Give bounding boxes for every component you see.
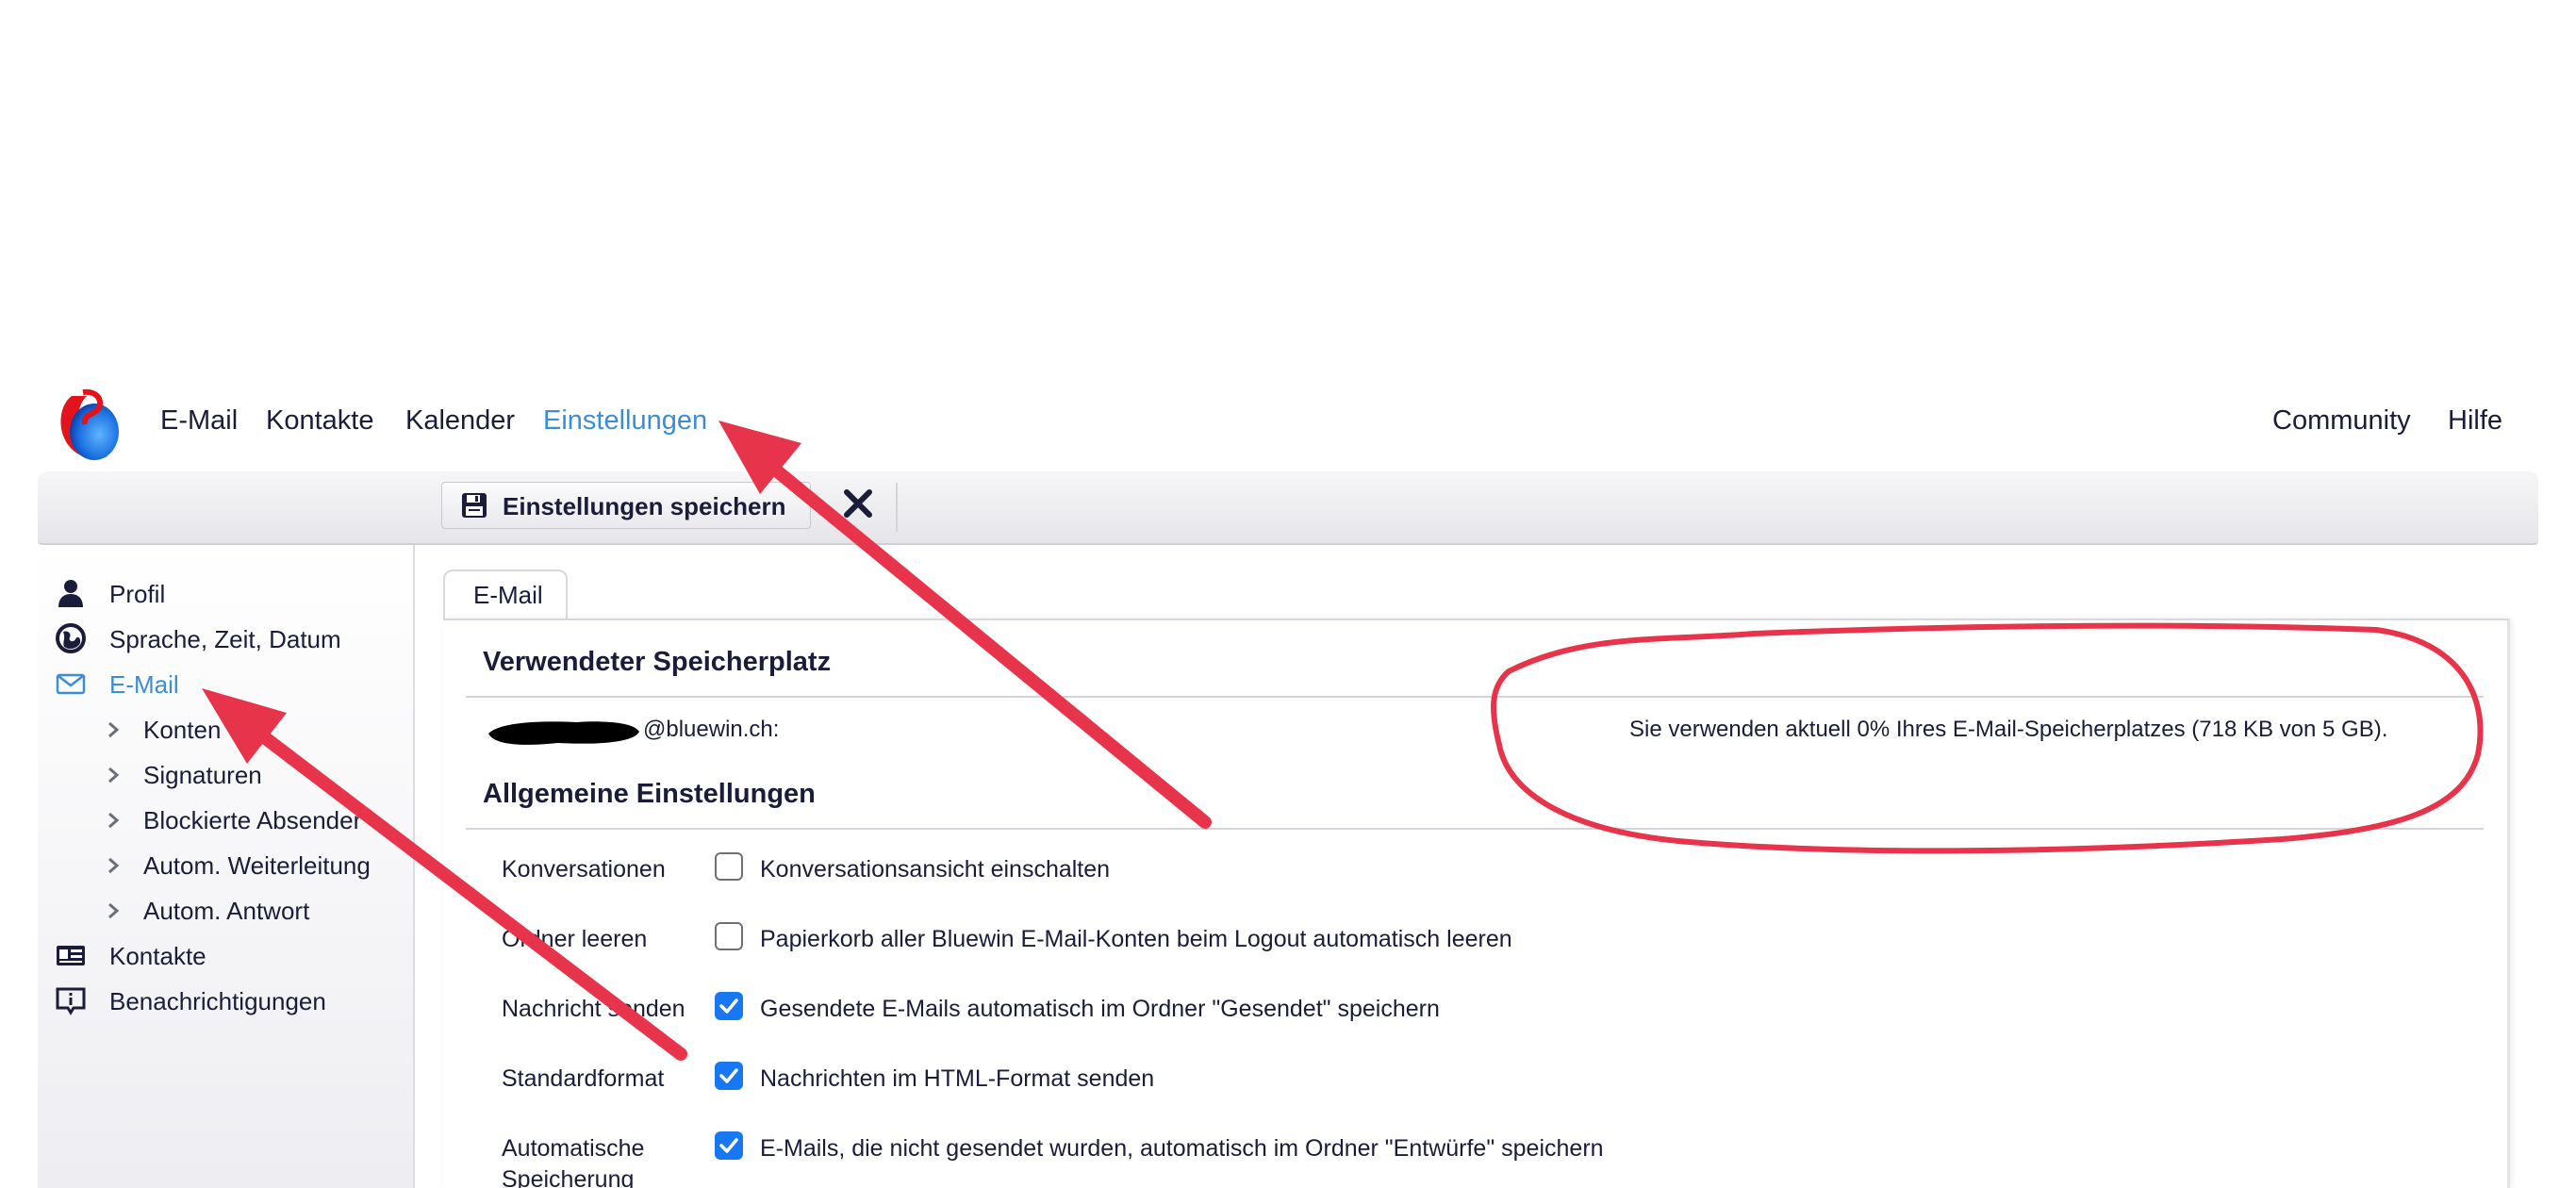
sidebar-item-label: Kontakte — [109, 942, 206, 970]
globe-icon — [56, 623, 86, 653]
notification-icon — [56, 987, 86, 1015]
sidebar-subitem-label: Autom. Weiterleitung — [143, 851, 371, 880]
toolbar: Einstellungen speichern — [38, 471, 2538, 545]
setting-text-standardformat: Nachrichten im HTML-Format senden — [760, 1065, 1155, 1092]
sidebar-item-email[interactable]: E-Mail — [38, 666, 415, 703]
checkbox-nachricht-senden[interactable] — [715, 992, 743, 1020]
checkmark-icon — [719, 998, 738, 1014]
tab-email[interactable]: E-Mail — [443, 569, 568, 620]
settings-sidebar: Profil Sprache, Zeit, Datum E-Mail Konte… — [38, 545, 415, 1188]
nav-einstellungen[interactable]: Einstellungen — [543, 405, 707, 437]
checkmark-icon — [719, 1138, 738, 1153]
person-icon — [58, 580, 83, 607]
nav-email[interactable]: E-Mail — [160, 405, 238, 437]
sidebar-item-label: Benachrichtigungen — [109, 987, 326, 1015]
nav-kalender[interactable]: Kalender — [405, 405, 515, 437]
sidebar-subitem-blockierte-absender[interactable]: Blockierte Absender — [38, 801, 415, 839]
sidebar-subitem-antwort[interactable]: Autom. Antwort — [38, 892, 415, 930]
sidebar-item-label: Profil — [109, 580, 166, 608]
chevron-right-icon — [108, 721, 120, 738]
save-settings-label: Einstellungen speichern — [503, 492, 786, 520]
checkbox-automatische-speicherung[interactable] — [715, 1131, 743, 1160]
sidebar-subitem-label: Signaturen — [143, 761, 262, 789]
redacted-account-name — [488, 721, 639, 745]
section-divider — [466, 696, 2484, 698]
storage-section-title: Verwendeter Speicherplatz — [483, 647, 832, 677]
nav-kontakte[interactable]: Kontakte — [266, 405, 373, 437]
setting-text-konversationen: Konversationsansicht einschalten — [760, 856, 1111, 883]
toolbar-separator — [896, 483, 898, 532]
contact-card-icon — [57, 946, 85, 965]
sidebar-item-kontakte[interactable]: Kontakte — [38, 937, 415, 975]
sidebar-item-label: Sprache, Zeit, Datum — [109, 625, 341, 653]
checkbox-konversationen[interactable] — [715, 852, 743, 881]
tab-email-label: E-Mail — [473, 581, 543, 609]
setting-text-automatische-speicherung: E-Mails, die nicht gesendet wurden, auto… — [760, 1135, 1604, 1162]
setting-text-nachricht-senden: Gesendete E-Mails automatisch im Ordner … — [760, 996, 1440, 1022]
sidebar-subitem-konten[interactable]: Konten — [38, 711, 415, 749]
setting-label-nachricht-senden: Nachricht senden — [502, 996, 685, 1022]
setting-label-standardformat: Standardformat — [502, 1065, 665, 1092]
chevron-right-icon — [108, 857, 120, 874]
sidebar-item-label: E-Mail — [109, 670, 179, 699]
chevron-right-icon — [108, 812, 120, 829]
storage-usage-text: Sie verwenden aktuell 0% Ihres E-Mail-Sp… — [1629, 717, 2388, 742]
close-icon[interactable] — [841, 485, 875, 522]
setting-text-ordner-leeren: Papierkorb aller Bluewin E-Mail-Konten b… — [760, 926, 1512, 952]
sidebar-item-sprache[interactable]: Sprache, Zeit, Datum — [38, 620, 415, 658]
sidebar-subitem-weiterleitung[interactable]: Autom. Weiterleitung — [38, 847, 415, 884]
sidebar-subitem-label: Autom. Antwort — [143, 897, 310, 925]
email-settings-panel: Verwendeter Speicherplatz @bluewin.ch: S… — [443, 619, 2510, 1188]
checkmark-icon — [719, 1068, 738, 1083]
top-navigation: E-Mail Kontakte Kalender Einstellungen C… — [0, 377, 2576, 471]
checkbox-ordner-leeren[interactable] — [715, 922, 743, 950]
sidebar-subitem-signaturen[interactable]: Signaturen — [38, 756, 415, 794]
setting-label-automatische-speicherung: Automatische Speicherung — [502, 1135, 645, 1188]
setting-label-konversationen: Konversationen — [502, 856, 666, 883]
sidebar-subitem-label: Konten — [143, 716, 222, 744]
floppy-disk-icon — [462, 493, 487, 518]
chevron-right-icon — [108, 767, 120, 784]
general-section-title: Allgemeine Einstellungen — [483, 779, 816, 809]
sidebar-subitem-label: Blockierte Absender — [143, 806, 362, 834]
save-settings-button[interactable]: Einstellungen speichern — [441, 482, 811, 529]
checkbox-standardformat[interactable] — [715, 1062, 743, 1090]
chevron-right-icon — [108, 902, 120, 919]
account-address: @bluewin.ch: — [643, 717, 780, 742]
sidebar-item-benachrichtigungen[interactable]: Benachrichtigungen — [38, 982, 415, 1020]
sidebar-item-profil[interactable]: Profil — [38, 575, 415, 613]
nav-community[interactable]: Community — [2272, 405, 2411, 437]
setting-label-ordner-leeren: Ordner leeren — [502, 926, 648, 952]
nav-hilfe[interactable]: Hilfe — [2448, 405, 2502, 437]
section-divider — [466, 828, 2484, 830]
envelope-icon — [56, 673, 86, 695]
swisscom-logo-icon[interactable] — [55, 387, 123, 464]
